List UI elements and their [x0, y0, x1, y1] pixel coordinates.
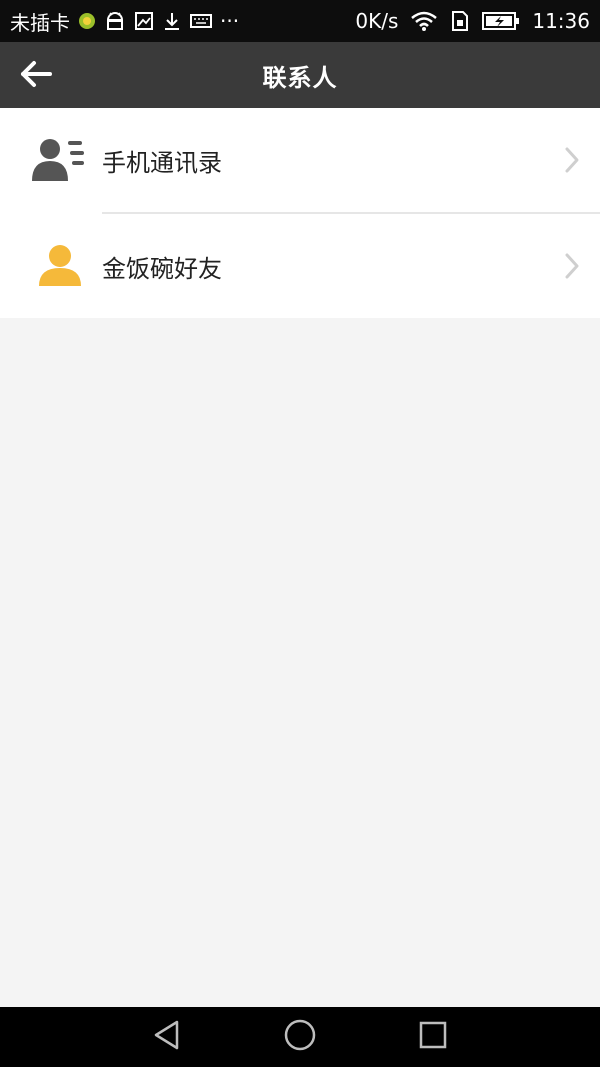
nav-recents-button[interactable] [403, 1007, 463, 1067]
contacts-book-icon [32, 136, 88, 184]
download-icon [162, 11, 182, 31]
network-speed: 0K/s [355, 9, 399, 33]
contacts-menu: 手机通讯录 金饭碗好友 [0, 108, 600, 318]
triangle-back-icon [152, 1019, 182, 1055]
list-item-label: 金饭碗好友 [102, 254, 222, 283]
list-item-phone-contacts[interactable]: 手机通讯录 [0, 108, 600, 212]
chevron-right-icon [562, 145, 582, 175]
keyboard-icon [190, 12, 212, 30]
more-notifications: ··· [220, 9, 240, 33]
nav-back-button[interactable] [137, 1007, 197, 1067]
circle-home-icon [283, 1018, 317, 1056]
page-title: 联系人 [262, 63, 338, 92]
status-right: 0K/s 11:36 [355, 9, 590, 33]
chevron-right-icon [562, 251, 582, 281]
carrier-label: 未插卡 [10, 10, 70, 35]
app-header: 联系人 [0, 42, 600, 108]
app-badge-icon [78, 12, 96, 30]
status-bar: 未插卡 ··· 0K/s 11:36 [0, 0, 600, 42]
nav-home-button[interactable] [270, 1007, 330, 1067]
image-icon [134, 11, 154, 31]
back-button[interactable] [16, 56, 56, 96]
list-item-jinfanwan-friends[interactable]: 金饭碗好友 [0, 214, 600, 318]
list-item-label: 手机通讯录 [102, 148, 222, 177]
system-nav-bar [0, 1007, 600, 1067]
wifi-icon [410, 10, 438, 32]
friend-person-icon [32, 242, 88, 290]
sim-lock-icon [450, 10, 470, 32]
android-icon [104, 11, 126, 31]
status-left: 未插卡 ··· [10, 7, 355, 36]
battery-charging-icon [482, 11, 520, 31]
clock: 11:36 [532, 9, 590, 33]
square-recents-icon [418, 1020, 448, 1054]
back-arrow-icon [19, 59, 53, 93]
